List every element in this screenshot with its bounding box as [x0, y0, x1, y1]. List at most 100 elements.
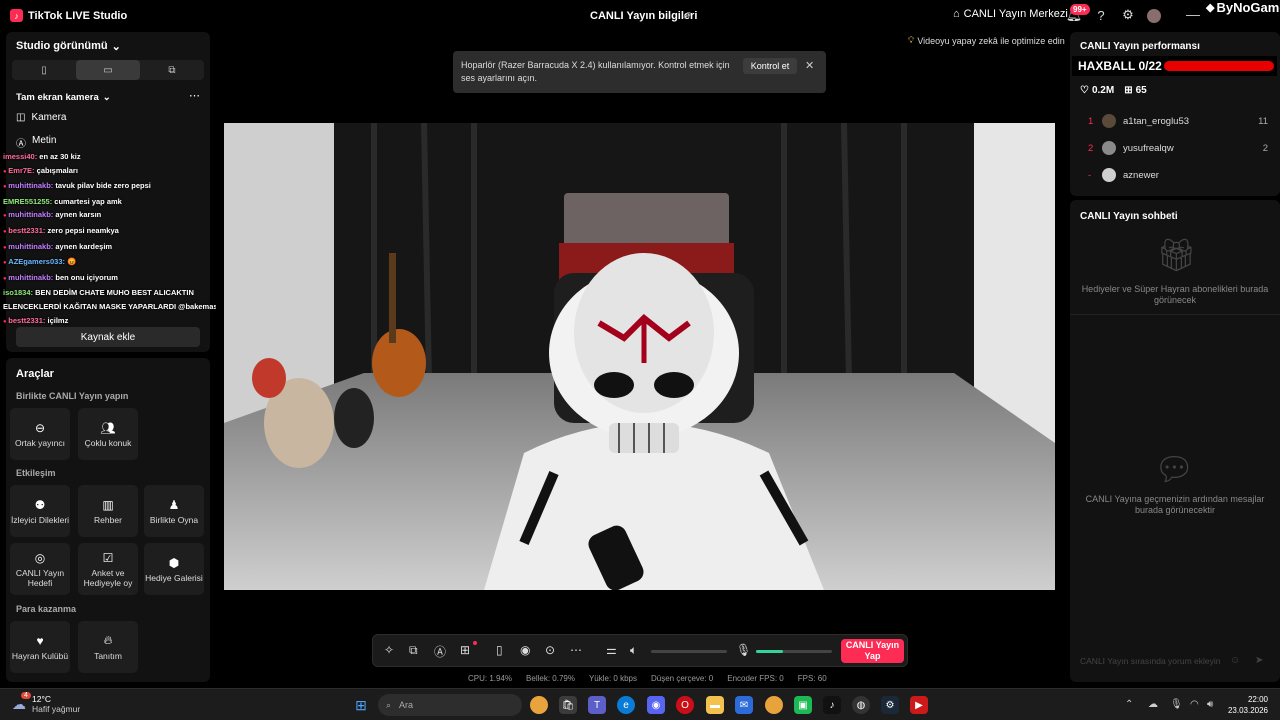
chat-username: EMRE551255: — [3, 196, 53, 206]
emoji-icon[interactable]: ☺ — [1230, 655, 1240, 666]
chrome-active-icon[interactable] — [765, 696, 783, 714]
chevron-up-icon[interactable]: ⌃ — [1125, 699, 1133, 710]
record-icon[interactable]: ◉ — [520, 643, 530, 657]
windows-taskbar: ☁ 4 12°C Hafif yağmur ⊞ ⌕ Ara 🛍︎ T e ◉ O… — [0, 688, 1280, 720]
chrome-icon[interactable] — [530, 696, 548, 714]
more-icon[interactable]: ⋯ — [570, 643, 582, 657]
ranking-row[interactable]: 1 a1tan_eroglu53 11 — [1088, 114, 1268, 128]
add-source-button[interactable]: Kaynak ekle — [16, 327, 200, 347]
taskbar-search[interactable]: ⌕ Ara — [378, 694, 522, 716]
mail-icon[interactable]: ✉ — [735, 696, 753, 714]
cohost-button[interactable]: ⊖ Ortak yayıncı — [10, 408, 70, 460]
help-icon[interactable]: ? — [1093, 7, 1109, 23]
chat-text: aynen karsın — [55, 210, 102, 220]
ranking-row[interactable]: - aznewer — [1088, 168, 1268, 182]
cloud-icon[interactable]: ☁ — [1148, 699, 1158, 710]
lightbulb-icon: 💡︎ — [908, 35, 915, 45]
more-icon[interactable]: ⋯ — [189, 89, 200, 102]
phone-icon[interactable]: ▯ — [496, 643, 503, 657]
mic-level-fill — [756, 650, 783, 653]
file-explorer-icon[interactable]: ▬ — [706, 696, 724, 714]
gift-count: 11 — [1258, 115, 1268, 127]
check-button[interactable]: Kontrol et — [743, 58, 797, 74]
teams-icon[interactable]: T — [588, 696, 606, 714]
poll-button[interactable]: ☑ Anket ve Hediyeyle oy — [78, 543, 138, 595]
mixer-icon[interactable]: ⚌ — [606, 643, 617, 657]
heart-icon: ♡ — [1080, 85, 1089, 96]
ai-hint-label: Videoyu yapay zekâ ile optimize edin — [917, 35, 1065, 46]
chat-text: ben onu içiyorum — [55, 272, 118, 282]
speaker-icon[interactable]: 🔈︎ — [630, 643, 637, 658]
close-icon[interactable]: ✕ — [805, 59, 814, 72]
link-icon: ⊖ — [34, 420, 46, 435]
send-icon[interactable]: ➤ — [1255, 655, 1263, 666]
source-text[interactable]: Ⓐ Metin — [16, 135, 56, 150]
tiktok-icon[interactable]: ♪ — [823, 696, 841, 714]
store-icon[interactable]: 🛍︎ — [559, 696, 577, 714]
opera-icon[interactable]: O — [676, 696, 694, 714]
promote-button[interactable]: 🔥︎ Tanıtım — [78, 621, 138, 673]
chat-text: ELENCEKLERDİ KAĞITAN MASKE YAPARLARDI @b… — [3, 301, 216, 311]
chat-message: ● bestt2331: içilmz — [0, 314, 216, 330]
chat-message: ● muhittinakb: aynen karsın — [0, 208, 216, 224]
avatar — [1102, 168, 1116, 182]
landscape-icon[interactable]: ▭ — [76, 60, 140, 80]
ai-icon[interactable]: Ⓐ — [434, 643, 446, 660]
control-bar: ✧ ⧉ Ⓐ ⊞ ▯ ◉ ⊙ ⋯ ⚌ 🔈︎ 🎙︎ CANLI Yayın Yap — [372, 634, 908, 667]
weather-widget[interactable]: ☁ 4 12°C Hafif yağmur — [12, 692, 80, 714]
dual-view-icon[interactable]: ⧉ — [140, 60, 204, 80]
guide-button[interactable]: ▥ Rehber — [78, 485, 138, 537]
chat-username: bestt2331: — [8, 225, 46, 235]
encoder-fps-stat: Encoder FPS: 0 — [727, 674, 784, 683]
studio-view-dropdown[interactable]: Studio görünümü ⌄ — [16, 40, 121, 53]
discord-icon[interactable]: ◉ — [647, 696, 665, 714]
viewer-requests-button[interactable]: ⚉ İzleyici Dilekleri — [10, 485, 70, 537]
source-camera[interactable]: ◫ Kamera — [16, 112, 66, 123]
clock[interactable]: 22:00 23.03.2026 — [1226, 694, 1268, 716]
mic-volume-slider[interactable] — [756, 650, 832, 653]
fan-club-button[interactable]: ♥ Hayran Kulübü — [10, 621, 70, 673]
chat-text: çabışmaları — [36, 165, 78, 175]
windows-start-icon[interactable]: ⊞ — [352, 696, 370, 714]
app-icon[interactable]: ▣ — [794, 696, 812, 714]
chat-message: EMRE551255: cumartesi yap amk — [0, 195, 216, 209]
add-effect-icon[interactable]: ⊞ — [460, 643, 470, 657]
haxball-progress-bar — [1164, 61, 1274, 71]
portrait-icon[interactable]: ▯ — [12, 60, 76, 80]
wifi-icon[interactable]: ◠ — [1190, 699, 1199, 710]
microphone-icon[interactable]: 🎙︎ — [736, 643, 751, 657]
live-goal-button[interactable]: ◎ CANLI Yayın Hedefi — [10, 543, 70, 595]
youtube-icon[interactable]: ▶ — [910, 696, 928, 714]
gift-icon: ⬢ — [168, 555, 180, 570]
screenshot-icon[interactable]: ⊙ — [545, 643, 555, 657]
gear-icon[interactable]: ⚙ — [1120, 7, 1136, 23]
chat-bubble-icon: 💬︎ — [1154, 451, 1195, 487]
volume-icon[interactable]: 🔊︎ — [1207, 699, 1213, 710]
edge-icon[interactable]: e — [617, 696, 635, 714]
chat-username: muhittinakb: — [8, 181, 54, 191]
gift-box-icon: 🎁︎ — [1156, 237, 1197, 273]
ranking-row[interactable]: 2 yusufrealqw 2 — [1088, 141, 1268, 155]
play-together-button[interactable]: ♟ Birlikte Oyna — [144, 485, 204, 537]
share-icon[interactable]: ⇗ — [682, 8, 692, 22]
magic-wand-icon[interactable]: ✧ — [384, 643, 394, 657]
go-live-button[interactable]: CANLI Yayın Yap — [841, 639, 904, 663]
camera-preview[interactable] — [224, 123, 1055, 590]
layout-icon[interactable]: ⧉ — [409, 643, 418, 658]
multiguest-button[interactable]: 👥︎ Çoklu konuk — [78, 408, 138, 460]
chat-message: ● AZEgamers033: 😡 — [0, 255, 216, 271]
live-center-button[interactable]: ⌂ CANLI Yayın Merkezi — [953, 8, 1068, 20]
avatar — [1102, 141, 1116, 155]
gift-gallery-button[interactable]: ⬢ Hediye Galerisi — [144, 543, 204, 595]
comment-input[interactable]: CANLI Yayın sırasında yorum ekleyin — [1076, 652, 1241, 670]
chevron-down-icon: ⌄ — [111, 41, 121, 53]
avatar[interactable] — [1147, 9, 1161, 23]
microphone-icon[interactable]: 🎙︎ — [1170, 699, 1183, 710]
obs-icon[interactable]: ◍ — [852, 696, 870, 714]
ai-optimize-hint[interactable]: 💡︎ Videoyu yapay zekâ ile optimize edin — [908, 35, 1065, 46]
scene-dropdown[interactable]: Tam ekran kamera ⌄ — [16, 92, 111, 103]
speaker-volume-slider[interactable] — [651, 650, 727, 653]
haxball-label: HAXBALL 0/22 — [1078, 59, 1162, 73]
steam-icon[interactable]: ⚙ — [881, 696, 899, 714]
minimize-icon[interactable]: — — [1186, 6, 1200, 22]
